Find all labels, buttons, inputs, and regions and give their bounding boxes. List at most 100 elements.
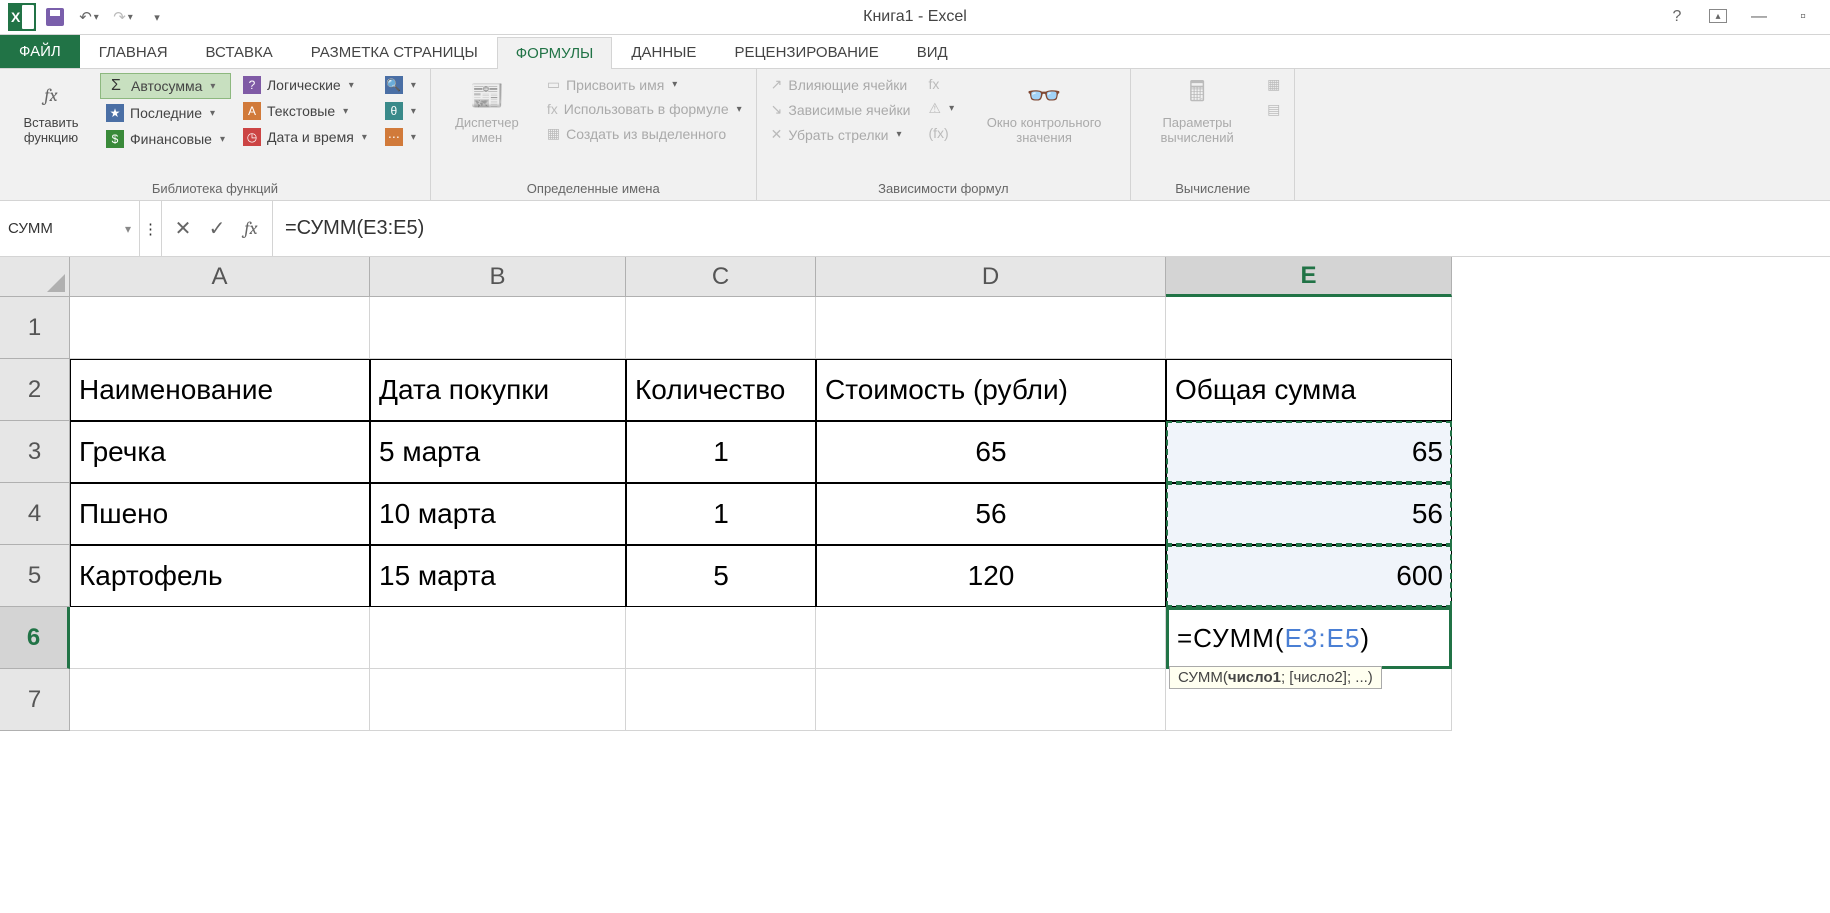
datetime-button[interactable]: ◷Дата и время▾ bbox=[237, 125, 373, 149]
cell-B6[interactable] bbox=[370, 607, 626, 669]
cell-A5[interactable]: Картофель bbox=[70, 545, 370, 607]
cell-A1[interactable] bbox=[70, 297, 370, 359]
cell-C7[interactable] bbox=[626, 669, 816, 731]
row-header-5[interactable]: 5 bbox=[0, 545, 70, 607]
cell-D7[interactable] bbox=[816, 669, 1166, 731]
tab-file[interactable]: ФАЙЛ bbox=[0, 34, 80, 68]
cell-B7[interactable] bbox=[370, 669, 626, 731]
trace-precedents-button[interactable]: ↗Влияющие ячейки bbox=[765, 73, 917, 96]
row-header-2[interactable]: 2 bbox=[0, 359, 70, 421]
recent-button[interactable]: ★Последние▾ bbox=[100, 101, 231, 125]
titlebar: ↶▾ ↷▾ ▾ Книга1 - Excel ? ▴ — ▫ bbox=[0, 0, 1830, 35]
select-all-corner[interactable] bbox=[0, 257, 70, 297]
cell-E3[interactable]: 65 bbox=[1166, 421, 1452, 483]
calc-sheet-button[interactable]: ▤ bbox=[1261, 98, 1286, 121]
tab-review[interactable]: РЕЦЕНЗИРОВАНИЕ bbox=[715, 36, 897, 68]
cell-E6[interactable]: =СУММ(E3:E5) СУММ(число1; [число2]; ...) bbox=[1166, 607, 1452, 669]
calc-now-button[interactable]: ▦ bbox=[1261, 73, 1286, 96]
ribbon-tabs: ФАЙЛ ГЛАВНАЯ ВСТАВКА РАЗМЕТКА СТРАНИЦЫ Ф… bbox=[0, 35, 1830, 69]
more-fn-button[interactable]: ⋯▾ bbox=[379, 125, 422, 149]
col-header-A[interactable]: A bbox=[70, 257, 370, 297]
cell-A2[interactable]: Наименование bbox=[70, 359, 370, 421]
cell-A3[interactable]: Гречка bbox=[70, 421, 370, 483]
minimize-button[interactable]: — bbox=[1747, 5, 1771, 29]
cell-B3[interactable]: 5 марта bbox=[370, 421, 626, 483]
col-header-E[interactable]: E bbox=[1166, 257, 1452, 297]
cell-C2[interactable]: Количество bbox=[626, 359, 816, 421]
tab-formulas[interactable]: ФОРМУЛЫ bbox=[497, 37, 613, 69]
cell-E2[interactable]: Общая сумма bbox=[1166, 359, 1452, 421]
cell-B1[interactable] bbox=[370, 297, 626, 359]
eval-formula-button[interactable]: (fx) bbox=[923, 122, 961, 144]
enter-button[interactable]: ✓ bbox=[200, 214, 234, 244]
cancel-button[interactable]: ✕ bbox=[166, 214, 200, 244]
logical-button[interactable]: ?Логические▾ bbox=[237, 73, 373, 97]
tab-layout[interactable]: РАЗМЕТКА СТРАНИЦЫ bbox=[292, 36, 497, 68]
name-box[interactable]: СУММ bbox=[0, 201, 140, 256]
cell-E1[interactable] bbox=[1166, 297, 1452, 359]
cell-E4[interactable]: 56 bbox=[1166, 483, 1452, 545]
remove-arrows-button[interactable]: ✕Убрать стрелки▾ bbox=[765, 123, 917, 146]
math-button[interactable]: θ▾ bbox=[379, 99, 422, 123]
cell-A4[interactable]: Пшено bbox=[70, 483, 370, 545]
cell-C1[interactable] bbox=[626, 297, 816, 359]
help-button[interactable]: ? bbox=[1665, 5, 1689, 29]
col-header-C[interactable]: C bbox=[626, 257, 816, 297]
row-header-6[interactable]: 6 bbox=[0, 607, 70, 669]
text-button[interactable]: AТекстовые▾ bbox=[237, 99, 373, 123]
cell-C5[interactable]: 5 bbox=[626, 545, 816, 607]
lookup-button[interactable]: 🔍▾ bbox=[379, 73, 422, 97]
ribbon-group-formula-auditing: ↗Влияющие ячейки ↘Зависимые ячейки ✕Убра… bbox=[757, 69, 1131, 200]
formula-input[interactable]: =СУММ(E3:E5) bbox=[273, 201, 1830, 256]
tab-insert[interactable]: ВСТАВКА bbox=[187, 36, 292, 68]
show-formulas-button[interactable]: fx bbox=[923, 73, 961, 95]
trace-dependents-button[interactable]: ↘Зависимые ячейки bbox=[765, 98, 917, 121]
row-header-3[interactable]: 3 bbox=[0, 421, 70, 483]
cell-B4[interactable]: 10 марта bbox=[370, 483, 626, 545]
tab-view[interactable]: ВИД bbox=[898, 36, 967, 68]
cell-C6[interactable] bbox=[626, 607, 816, 669]
cell-D1[interactable] bbox=[816, 297, 1166, 359]
undo-button[interactable]: ↶▾ bbox=[74, 3, 104, 31]
cell-E5[interactable]: 600 bbox=[1166, 545, 1452, 607]
watch-window-button[interactable]: 👓 Окно контрольного значения bbox=[966, 73, 1122, 149]
cell-B2[interactable]: Дата покупки bbox=[370, 359, 626, 421]
calc-options-button[interactable]: 🖩 Параметры вычислений bbox=[1139, 73, 1255, 149]
ribbon-display-button[interactable]: ▴ bbox=[1709, 9, 1727, 23]
name-manager-button[interactable]: 📰 Диспетчер имен bbox=[439, 73, 535, 149]
qat-customize-button[interactable]: ▾ bbox=[142, 3, 172, 31]
fx-button[interactable]: fx bbox=[234, 214, 268, 244]
define-name-button[interactable]: ▭Присвоить имя▾ bbox=[541, 73, 748, 96]
redo-button[interactable]: ↷▾ bbox=[108, 3, 138, 31]
cell-D2[interactable]: Стоимость (рубли) bbox=[816, 359, 1166, 421]
cell-D4[interactable]: 56 bbox=[816, 483, 1166, 545]
watch-icon: 👓 bbox=[1026, 77, 1062, 113]
tab-home[interactable]: ГЛАВНАЯ bbox=[80, 36, 187, 68]
ribbon-group-function-library: fx Вставить функцию ΣАвтосумма▾ ★Последн… bbox=[0, 69, 431, 200]
cell-D5[interactable]: 120 bbox=[816, 545, 1166, 607]
financial-button[interactable]: $Финансовые▾ bbox=[100, 127, 231, 151]
maximize-button[interactable]: ▫ bbox=[1791, 5, 1815, 29]
row-header-7[interactable]: 7 bbox=[0, 669, 70, 731]
error-check-button[interactable]: ⚠▾ bbox=[923, 97, 961, 120]
cell-A7[interactable] bbox=[70, 669, 370, 731]
cell-C4[interactable]: 1 bbox=[626, 483, 816, 545]
save-button[interactable] bbox=[40, 3, 70, 31]
col-header-D[interactable]: D bbox=[816, 257, 1166, 297]
row-header-4[interactable]: 4 bbox=[0, 483, 70, 545]
cell-C3[interactable]: 1 bbox=[626, 421, 816, 483]
name-manager-icon: 📰 bbox=[469, 77, 505, 113]
insert-function-button[interactable]: fx Вставить функцию bbox=[8, 73, 94, 149]
create-from-sel-button[interactable]: ▦Создать из выделенного bbox=[541, 122, 748, 145]
row-header-1[interactable]: 1 bbox=[0, 297, 70, 359]
cell-A6[interactable] bbox=[70, 607, 370, 669]
cell-D6[interactable] bbox=[816, 607, 1166, 669]
cell-D3[interactable]: 65 bbox=[816, 421, 1166, 483]
use-in-formula-button[interactable]: fxИспользовать в формуле▾ bbox=[541, 98, 748, 120]
autosum-button[interactable]: ΣАвтосумма▾ bbox=[100, 73, 231, 99]
tab-data[interactable]: ДАННЫЕ bbox=[612, 36, 715, 68]
window-controls: ? ▴ — ▫ bbox=[1665, 5, 1830, 29]
col-header-B[interactable]: B bbox=[370, 257, 626, 297]
cell-B5[interactable]: 15 марта bbox=[370, 545, 626, 607]
ribbon-group-calculation: 🖩 Параметры вычислений ▦ ▤ Вычисление bbox=[1131, 69, 1295, 200]
